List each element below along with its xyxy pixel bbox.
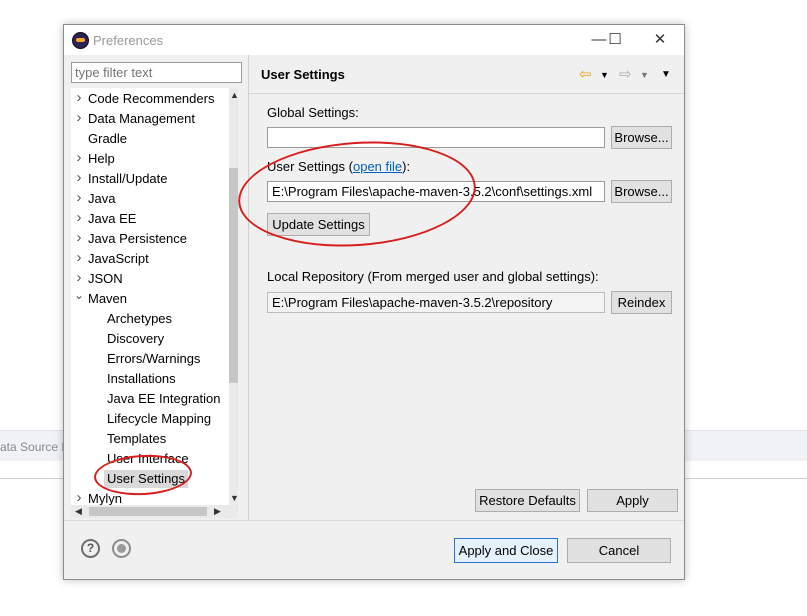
tree-item-label: Archetypes — [107, 311, 173, 326]
tree-item-label: Gradle — [88, 131, 128, 146]
filter-input[interactable] — [71, 62, 242, 83]
tree-item[interactable]: Discovery — [71, 330, 227, 348]
forward-menu-chevron-icon[interactable]: ▼ — [640, 70, 649, 80]
tree-item[interactable]: › Java EE — [71, 209, 227, 228]
global-browse-button[interactable]: Browse... — [611, 126, 672, 149]
chevron-right-icon[interactable]: › — [73, 229, 85, 247]
record-macro-icon[interactable] — [112, 539, 131, 558]
restore-defaults-button[interactable]: Restore Defaults — [475, 489, 580, 512]
chevron-right-icon[interactable]: › — [73, 269, 85, 287]
tree-horizontal-scroll-thumb[interactable] — [89, 507, 207, 516]
back-arrow-icon[interactable]: ⇦ — [579, 65, 592, 83]
tree-item-label: Lifecycle Mapping — [107, 411, 212, 426]
tree-item[interactable]: › Data Management — [71, 109, 227, 128]
tree-item[interactable]: › JavaScript — [71, 249, 227, 268]
tree-item-label: Java EE — [88, 211, 137, 226]
scroll-up-icon[interactable]: ▲ — [230, 90, 238, 100]
local-repository-field: E:\Program Files\apache-maven-3.5.2\repo… — [267, 292, 605, 313]
cancel-button[interactable]: Cancel — [567, 538, 671, 563]
page-title: User Settings — [261, 67, 345, 82]
page-header: User Settings ⇦ ▼ ⇨ ▼ ▼ — [249, 55, 684, 93]
chevron-right-icon[interactable]: › — [73, 89, 85, 107]
chevron-right-icon[interactable]: › — [73, 149, 85, 167]
tree-item-label: JSON — [88, 271, 123, 286]
global-settings-label: Global Settings: — [267, 105, 359, 120]
title-bar[interactable]: Preferences — ☐ ✕ — [64, 25, 684, 55]
tree-item[interactable]: › JSON — [71, 269, 227, 288]
tree-item[interactable]: ⌄ Maven — [71, 288, 227, 308]
tree-item-label: Installations — [107, 371, 176, 386]
forward-arrow-icon[interactable]: ⇨ — [619, 65, 632, 83]
scroll-left-icon[interactable]: ◀ — [75, 506, 82, 517]
tree-item[interactable]: › Install/Update — [71, 169, 227, 188]
tree-item[interactable]: Errors/Warnings — [71, 350, 227, 368]
tree-item[interactable]: Java EE Integration — [71, 390, 227, 408]
tree-item-label: Discovery — [107, 331, 165, 346]
global-settings-field[interactable] — [267, 127, 605, 148]
tree-item-label: Code Recommenders — [88, 91, 215, 106]
tree-item-label: Templates — [107, 431, 167, 446]
tree-vertical-scroll-thumb[interactable] — [229, 168, 238, 383]
chevron-right-icon[interactable]: › — [73, 109, 85, 127]
tree-item-label: Java Persistence — [88, 231, 187, 246]
tree-item[interactable]: › Java — [71, 189, 227, 208]
tree-item[interactable]: › Java Persistence — [71, 229, 227, 248]
chevron-down-icon[interactable]: ⌄ — [73, 286, 85, 304]
chevron-right-icon[interactable]: › — [73, 249, 85, 267]
footer-divider — [64, 520, 684, 521]
tree-item[interactable]: Templates — [71, 430, 227, 448]
tree-item-label: Help — [88, 151, 115, 166]
apply-and-close-button[interactable]: Apply and Close — [454, 538, 558, 563]
view-menu-icon[interactable]: ▼ — [661, 69, 671, 80]
chevron-right-icon[interactable]: › — [73, 169, 85, 187]
record-dot — [117, 544, 126, 553]
tree-item-label: JavaScript — [88, 251, 149, 266]
scroll-down-icon[interactable]: ▼ — [230, 493, 238, 503]
header-divider — [249, 93, 684, 94]
tree-item-label: Java — [88, 191, 116, 206]
tree-item[interactable]: Archetypes — [71, 310, 227, 328]
chevron-right-icon[interactable]: › — [73, 189, 85, 207]
tree-item[interactable]: Lifecycle Mapping — [71, 410, 227, 428]
user-browse-button[interactable]: Browse... — [611, 180, 672, 203]
preference-tree: › Code Recommenders › Data Management Gradle… — [71, 88, 238, 518]
tree-item-label: Java EE Integration — [107, 391, 221, 406]
back-menu-chevron-icon[interactable]: ▼ — [600, 70, 609, 80]
tree-item-label: Errors/Warnings — [107, 351, 201, 366]
scroll-right-icon[interactable]: ▶ — [214, 506, 221, 517]
tree-item-label: Data Management — [88, 111, 195, 126]
close-button[interactable]: ✕ — [645, 30, 675, 50]
eclipse-icon — [72, 32, 89, 49]
dialog-title: Preferences — [93, 33, 164, 48]
help-icon[interactable]: ? — [81, 539, 100, 558]
chevron-right-icon[interactable]: › — [73, 209, 85, 227]
user-settings-page: User Settings ⇦ ▼ ⇨ ▼ ▼ Global Settings:… — [249, 55, 684, 520]
reindex-button[interactable]: Reindex — [611, 291, 672, 314]
tree-item[interactable]: Gradle — [71, 130, 227, 148]
tree-item[interactable]: › Help — [71, 149, 227, 168]
local-repository-label: Local Repository (From merged user and g… — [267, 269, 599, 284]
preferences-dialog: Preferences — ☐ ✕ ›Code Recommenders›Dat… — [63, 24, 685, 580]
background-tab-label: ata Source E — [0, 440, 70, 454]
preference-tree-panel: ›Code Recommenders›Data ManagementGradle… — [64, 55, 248, 520]
apply-button[interactable]: Apply — [587, 489, 678, 512]
tree-item[interactable]: Installations — [71, 370, 227, 388]
tree-item-label: Install/Update — [88, 171, 168, 186]
tree-item[interactable]: › Code Recommenders — [71, 89, 227, 108]
maximize-button[interactable]: ☐ — [600, 30, 630, 50]
tree-item-label: Maven — [88, 291, 128, 306]
